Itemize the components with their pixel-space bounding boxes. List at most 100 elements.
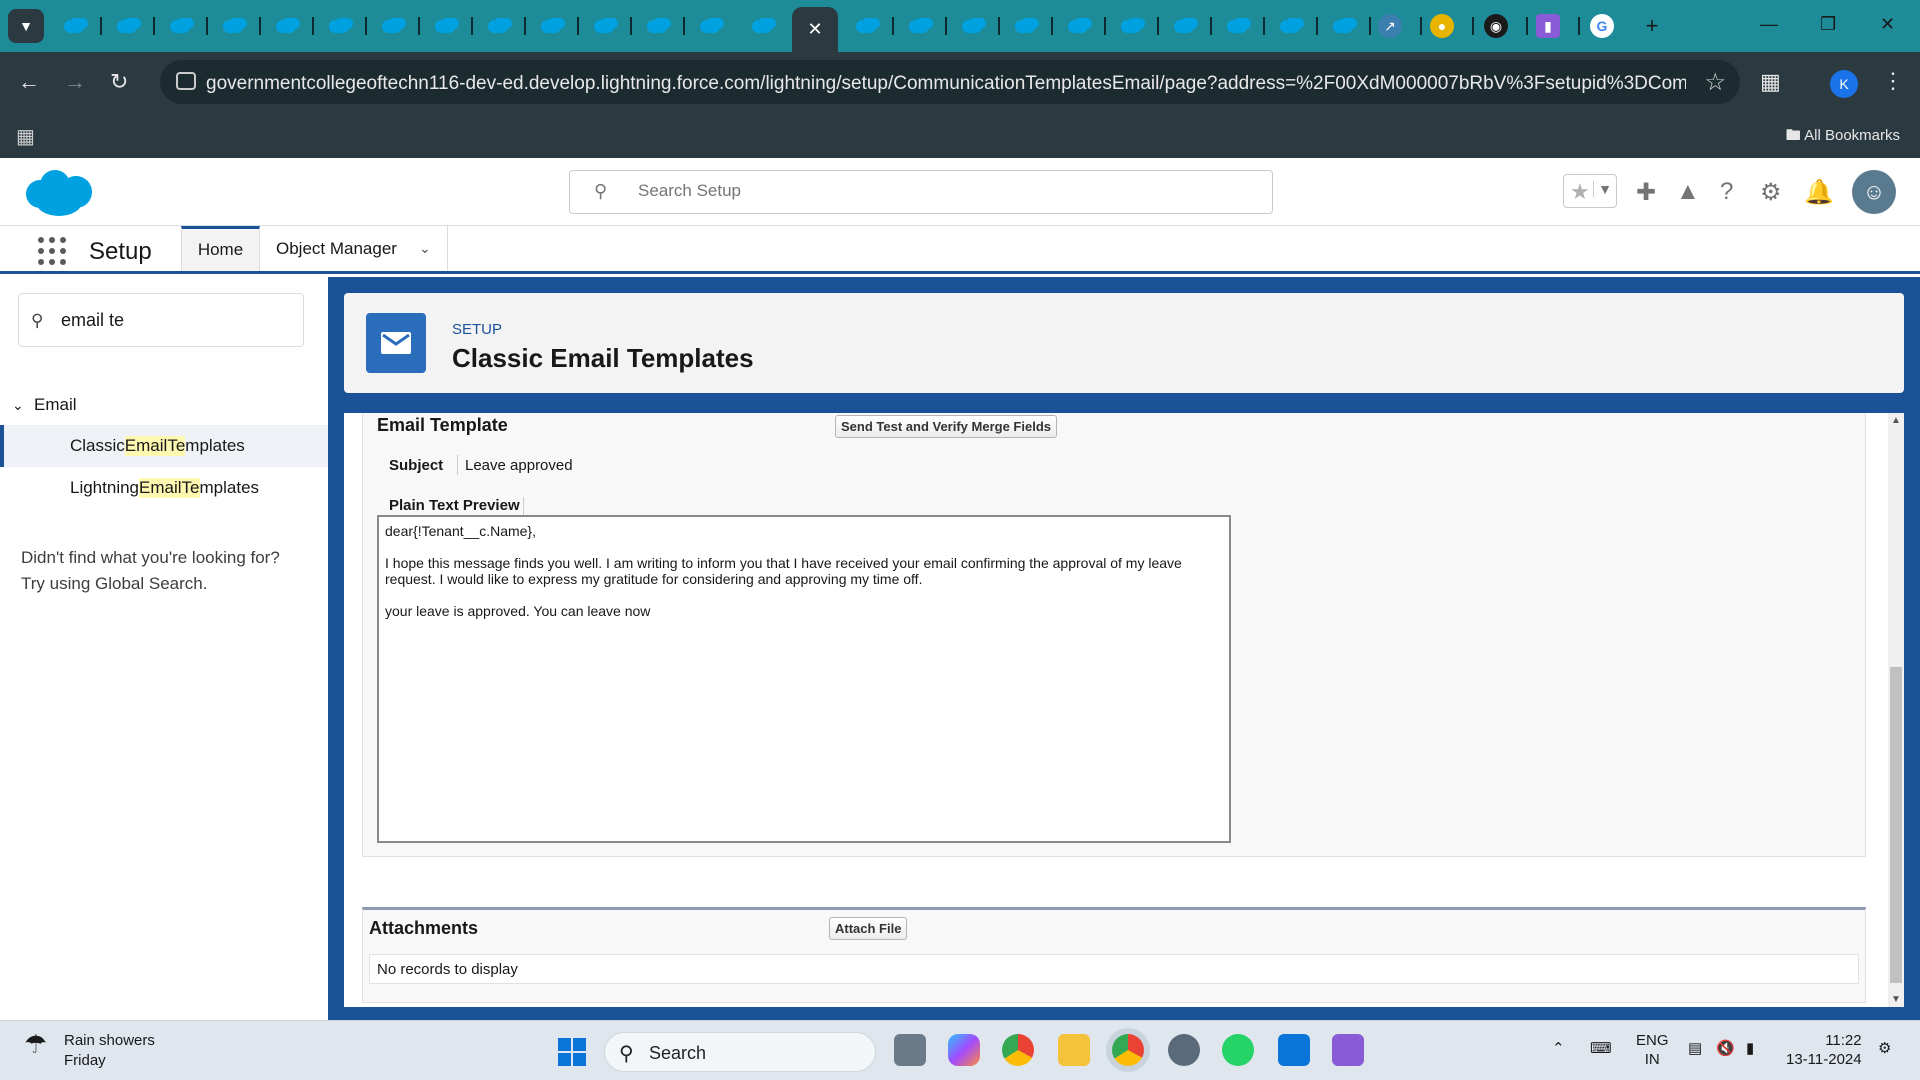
scroll-down-icon[interactable]: ▼ [1891,994,1901,1005]
browser-tab[interactable] [742,10,782,42]
body-greeting: dear{!Tenant__c.Name}, [385,523,536,539]
setup-search-input[interactable] [638,181,1238,201]
all-bookmarks[interactable]: 🖿 All Bookmarks [1786,125,1900,150]
clipchamp-icon[interactable] [1332,1034,1364,1066]
bookmark-star-icon[interactable]: ☆ [1704,68,1726,97]
help-icon[interactable]: ? [1720,178,1733,206]
browser-tab[interactable] [531,10,571,42]
tab-divider [683,17,685,35]
forward-icon[interactable]: → [64,69,86,95]
quick-find-box[interactable]: ⚲ email te [18,293,304,347]
restore-icon[interactable]: ❐ [1820,14,1836,35]
salesforce-logo[interactable] [22,168,94,216]
extensions-icon[interactable]: ▦ [1760,69,1781,95]
tab-object-manager[interactable]: Object Manager ⌄ [260,226,448,271]
site-info-icon[interactable] [176,72,196,90]
attach-file-button[interactable]: Attach File [829,917,908,940]
tab-divider [206,17,208,35]
back-icon[interactable]: ← [18,69,40,95]
trailhead-icon[interactable]: ▲ [1676,178,1700,206]
clock[interactable]: 11:22 13-11-2024 [1786,1031,1862,1069]
close-tab-icon[interactable]: ✕ [792,7,838,52]
github-icon[interactable]: ◉ [1484,14,1508,38]
all-bookmarks-label: All Bookmarks [1804,127,1900,144]
gear-icon[interactable]: ⚙ [1760,178,1782,207]
quick-find-input[interactable]: email te [61,310,124,331]
chevron-up-icon[interactable]: ⌃ [1552,1039,1565,1057]
sidebar-item-classic-email-templates[interactable]: Classic Email Te mplates [0,425,328,467]
browser-tab[interactable] [266,10,306,42]
copilot-icon[interactable] [948,1034,980,1066]
send-test-button[interactable]: Send Test and Verify Merge Fields [835,415,1057,438]
battery-icon[interactable]: ▮ [1746,1039,1754,1057]
task-view-icon[interactable] [894,1034,926,1066]
browser-tab[interactable] [319,10,359,42]
browser-tab[interactable] [1164,10,1204,42]
notification-center-icon[interactable]: ⚙ [1878,1039,1891,1057]
settings-icon[interactable] [1168,1034,1200,1066]
browser-tab[interactable] [54,10,94,42]
user-avatar[interactable]: ☺ [1852,170,1896,214]
omnibox[interactable]: governmentcollegeoftechn116-dev-ed.devel… [160,60,1740,104]
windows-start-icon[interactable] [558,1038,586,1066]
app-launcher-icon[interactable] [38,237,66,265]
browser-tab[interactable] [1111,10,1151,42]
browser-tab[interactable] [1217,10,1257,42]
close-window-icon[interactable]: ✕ [1880,14,1895,35]
minimize-icon[interactable]: — [1760,14,1778,35]
language-indicator[interactable]: ENG IN [1636,1031,1669,1069]
scrollbar[interactable]: ▲ ▼ [1888,413,1904,1007]
browser-menu-icon[interactable]: ⋮ [1882,68,1904,94]
browser-tab[interactable] [1005,10,1045,42]
chevron-down-icon[interactable]: ▼ [1593,181,1612,197]
browser-tab[interactable] [899,10,939,42]
global-search-link[interactable]: Try using Global Search. [21,571,280,597]
browser-tab[interactable] [372,10,412,42]
profile-avatar[interactable]: K [1830,70,1858,98]
browser-tab[interactable] [1058,10,1098,42]
keyboard-icon[interactable]: ⌨ [1590,1039,1612,1057]
file-explorer-icon[interactable] [1058,1034,1090,1066]
scroll-up-icon[interactable]: ▲ [1891,415,1901,426]
app-favicon-icon[interactable]: ↗ [1378,14,1402,38]
browser-tab[interactable] [107,10,147,42]
apps-grid-icon[interactable]: ▦ [16,124,35,149]
chevron-down-icon[interactable]: ⌄ [419,240,431,257]
chevron-down-icon[interactable]: ⌄ [12,397,34,414]
google-icon[interactable]: G [1590,14,1614,38]
tab-search-button[interactable]: ▼ [8,9,44,43]
tree-group-email[interactable]: ⌄ Email [12,395,77,415]
sidebar-item-lightning-email-templates[interactable]: Lightning Email Te mplates [0,467,328,509]
browser-tab[interactable] [846,10,886,42]
taskbar-search[interactable]: ⚲ Search [604,1032,876,1072]
volume-muted-icon[interactable]: 🔇 [1716,1039,1735,1057]
network-icon[interactable]: ▤ [1688,1039,1702,1057]
browser-tab[interactable] [160,10,200,42]
favorites-button[interactable]: ★ ▼ [1563,174,1617,208]
scrollbar-thumb[interactable] [1890,667,1902,983]
tab-home[interactable]: Home [181,226,260,271]
setup-search-box[interactable]: ⚲ [569,170,1273,214]
url-text[interactable]: governmentcollegeoftechn116-dev-ed.devel… [206,73,1686,95]
notifications-bell-icon[interactable]: 🔔 [1804,178,1834,207]
browser-tab[interactable] [1270,10,1310,42]
empty-state: No records to display [369,954,1859,984]
browser-tab[interactable] [478,10,518,42]
vscode-icon[interactable] [1278,1034,1310,1066]
browser-tab[interactable] [952,10,992,42]
browser-tab[interactable] [584,10,624,42]
colorful-favicon-icon[interactable]: ● [1430,14,1454,38]
global-actions-icon[interactable]: ✚ [1636,178,1656,207]
browser-tab[interactable] [425,10,465,42]
browser-tab[interactable] [637,10,677,42]
clipchamp-favicon-icon[interactable]: ▮ [1536,14,1560,38]
divider [457,455,458,475]
browser-tab[interactable] [213,10,253,42]
chrome-active-icon[interactable] [1112,1034,1144,1066]
reload-icon[interactable]: ↻ [110,69,128,95]
whatsapp-icon[interactable] [1222,1034,1254,1066]
browser-tab[interactable] [690,10,730,42]
chrome-icon[interactable] [1002,1034,1034,1066]
browser-tab[interactable] [1323,10,1363,42]
new-tab-icon[interactable]: + [1640,13,1664,38]
